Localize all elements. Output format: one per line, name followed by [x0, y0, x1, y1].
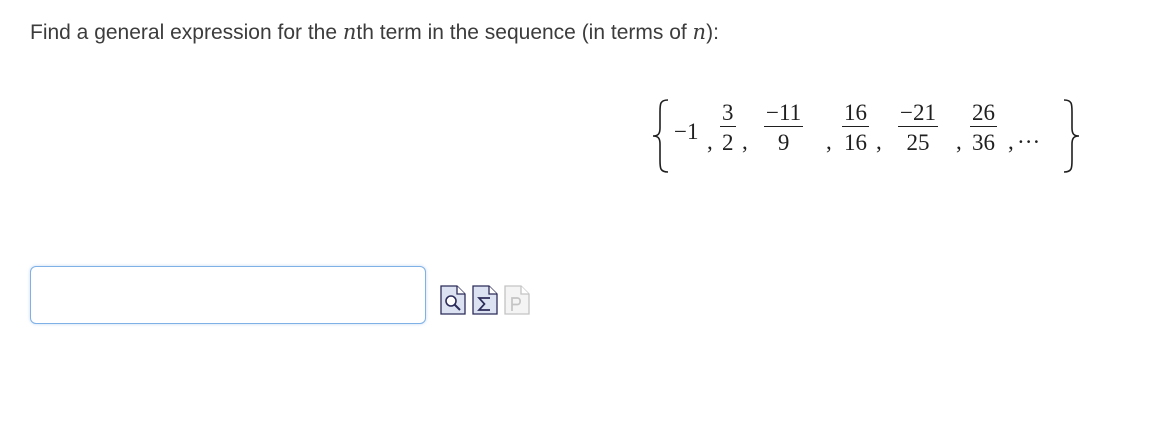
numerator: 26 — [970, 96, 997, 127]
comma: , — [826, 129, 832, 154]
question-prefix: Find a general expression for the — [30, 21, 343, 44]
question-text: Find a general expression for the nth te… — [30, 18, 719, 47]
numerator: 16 — [842, 96, 869, 127]
sequence-term-6: 26 36 — [970, 96, 997, 157]
numerator: 3 — [720, 96, 736, 127]
comma: , — [707, 129, 713, 154]
math-variable-n-2: n — [692, 20, 707, 44]
denominator: 25 — [906, 130, 930, 155]
comma: , — [956, 129, 962, 154]
preview-icon — [440, 285, 466, 315]
denominator: 36 — [972, 130, 995, 155]
left-brace-icon — [652, 99, 669, 173]
sequence-expression: −1 , 3 2 , −11 9 , 16 16 , −21 25 , 26 3… — [650, 96, 1090, 176]
sequence-term-3: −11 9 — [764, 96, 804, 157]
question-middle: th term in the sequence (in terms of — [356, 21, 693, 44]
comma: , — [742, 129, 748, 154]
sequence-term-1: −1 — [674, 119, 699, 144]
numerator: −11 — [764, 96, 804, 127]
denominator: 9 — [777, 130, 790, 155]
answer-input[interactable] — [30, 266, 426, 324]
right-brace-icon — [1063, 99, 1080, 173]
equation-editor-icon — [472, 285, 498, 315]
question-suffix: ): — [706, 21, 719, 44]
comma: , — [876, 129, 882, 154]
paste-icon — [504, 285, 530, 315]
denominator: 2 — [722, 130, 734, 155]
sequence-term-4: 16 16 — [842, 96, 869, 157]
math-variable-n: n — [342, 20, 357, 44]
paste-button[interactable] — [504, 281, 530, 315]
preview-button[interactable] — [440, 281, 466, 315]
equation-editor-button[interactable] — [472, 281, 498, 315]
comma: , — [1008, 129, 1014, 154]
sequence-term-2: 3 2 — [720, 96, 736, 157]
denominator: 16 — [844, 130, 867, 155]
ellipsis: ... — [1018, 123, 1042, 148]
numerator: −21 — [898, 96, 938, 127]
sequence-term-5: −21 25 — [898, 96, 938, 157]
